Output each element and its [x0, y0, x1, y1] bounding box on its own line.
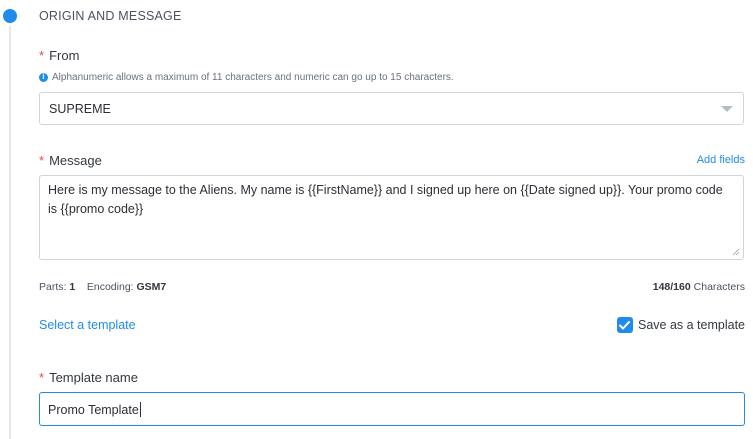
character-count: 148/160 Characters: [653, 281, 745, 293]
character-count-value: 148/160: [652, 281, 691, 293]
message-label: * Message: [39, 153, 102, 168]
parts-value: 1: [69, 281, 76, 293]
resize-grip-icon[interactable]: [732, 248, 740, 256]
message-label-text: Message: [49, 153, 102, 168]
template-name-label: * Template name: [39, 370, 138, 385]
from-label: * From: [39, 48, 79, 63]
message-stats: Parts: 1 Encoding: GSM7: [39, 281, 166, 293]
from-select-value: SUPREME: [49, 102, 111, 116]
required-mark: *: [39, 48, 45, 63]
save-as-template-label: Save as a template: [637, 318, 745, 332]
character-count-unit: Characters: [693, 281, 745, 293]
step-indicator-line: [9, 26, 11, 439]
step-indicator-dot: [3, 9, 17, 23]
section-title: ORIGIN AND MESSAGE: [39, 9, 182, 23]
chevron-down-icon: [721, 106, 733, 112]
add-fields-link[interactable]: Add fields: [697, 154, 745, 166]
message-text: Here is my message to the Aliens. My nam…: [48, 183, 723, 216]
encoding-value: GSM7: [136, 281, 167, 293]
parts-label: Parts:: [39, 281, 67, 293]
template-name-label-text: Template name: [49, 370, 138, 385]
save-as-template-checkbox[interactable]: Save as a template: [616, 317, 745, 333]
from-label-text: From: [49, 48, 80, 63]
encoding-label: Encoding:: [86, 281, 134, 293]
required-mark: *: [39, 153, 45, 168]
template-name-input[interactable]: Promo Template: [39, 392, 745, 426]
required-mark: *: [39, 370, 45, 385]
template-name-value: Promo Template: [48, 403, 139, 417]
checkbox-checked-icon[interactable]: [616, 317, 633, 333]
from-hint: i Alphanumeric allows a maximum of 11 ch…: [39, 72, 454, 83]
select-template-link[interactable]: Select a template: [39, 318, 136, 332]
message-textarea[interactable]: Here is my message to the Aliens. My nam…: [39, 175, 744, 260]
text-cursor: [139, 402, 141, 417]
from-select[interactable]: SUPREME: [39, 92, 744, 125]
info-icon: i: [39, 73, 48, 82]
from-hint-text: Alphanumeric allows a maximum of 11 char…: [52, 72, 454, 83]
